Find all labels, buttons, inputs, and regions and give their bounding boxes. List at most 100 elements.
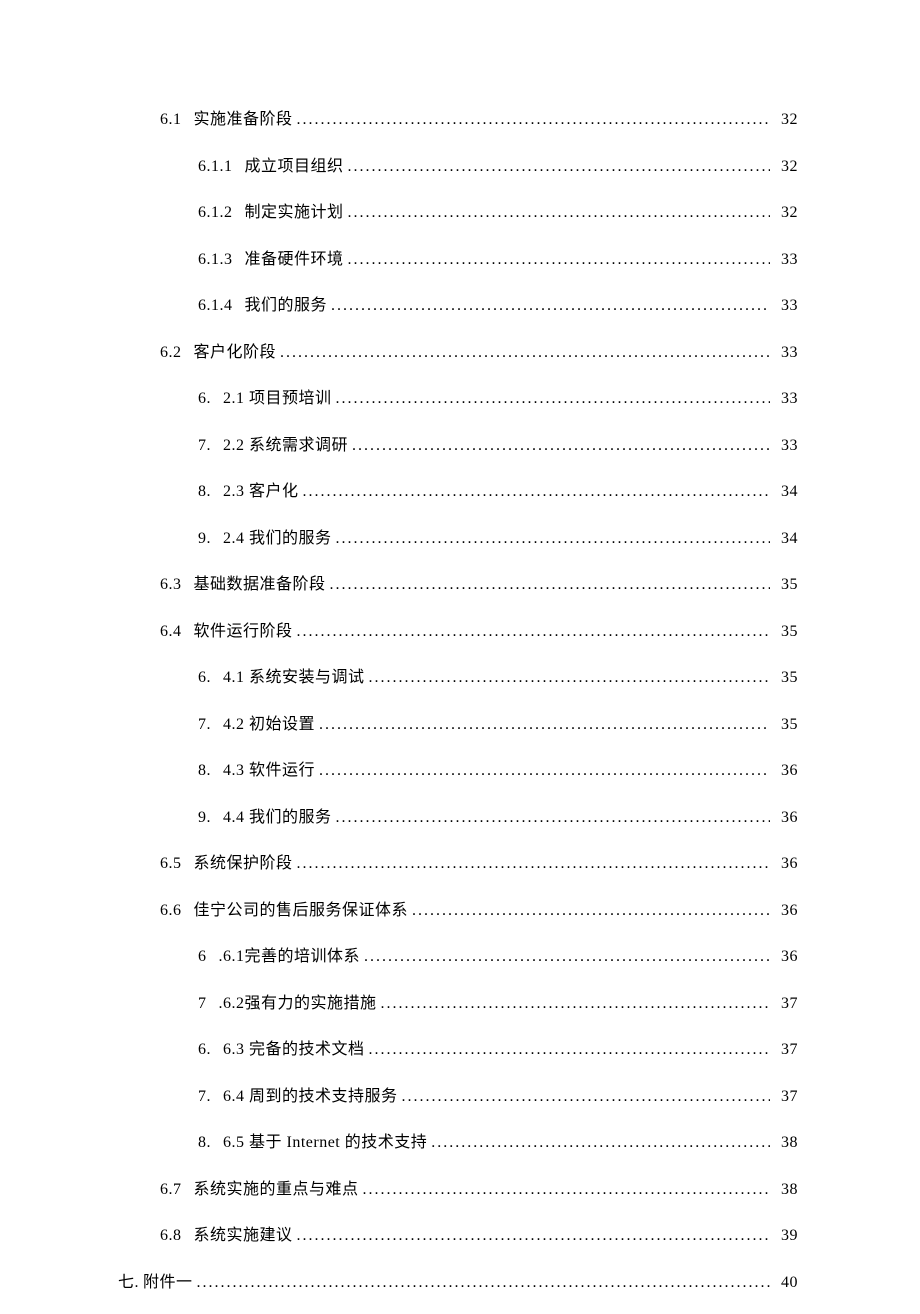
- toc-row: 6.7 系统实施的重点与难点 38: [118, 1175, 798, 1199]
- toc-section-title: 佳宁公司的售后服务保证体系: [194, 896, 409, 920]
- toc-section-title: 基础数据准备阶段: [194, 570, 326, 594]
- toc-row: 6.5系统保护阶段36: [118, 849, 798, 873]
- toc-row: 6.1 实施准备阶段 32: [118, 105, 798, 129]
- toc-page-number: 38: [774, 1134, 798, 1152]
- toc-row: 6.4软件运行阶段35: [118, 617, 798, 641]
- toc-page-number: 33: [774, 390, 798, 408]
- toc-dot-leader: [348, 204, 770, 222]
- toc-row: 7. 4.2 初始设置 35: [118, 710, 798, 734]
- toc-page-number: 36: [774, 902, 798, 920]
- toc-section-title: 2.3 客户化: [223, 477, 299, 501]
- toc-section-title: 客户化阶段: [194, 338, 277, 362]
- toc-section-number: 6.3: [160, 576, 182, 594]
- toc-section-number: 6.: [198, 1041, 211, 1059]
- toc-dot-leader: [319, 762, 770, 780]
- toc-page-number: 33: [774, 437, 798, 455]
- toc-section-number: 6.1: [160, 111, 182, 129]
- toc-page-number: 34: [774, 530, 798, 548]
- toc-section-number: 6.: [198, 669, 211, 687]
- toc-section-number: 6.1.4: [198, 297, 233, 315]
- toc-dot-leader: [431, 1134, 770, 1152]
- toc-section-title: 4.2 初始设置: [223, 710, 315, 734]
- toc-row: 6. 2.1 项目预培训 33: [118, 384, 798, 408]
- toc-page-number: 37: [774, 1041, 798, 1059]
- toc-dot-leader: [336, 809, 770, 827]
- toc-section-number: 6.6: [160, 902, 182, 920]
- toc-section-number: 8.: [198, 762, 211, 780]
- toc-section-title: 6.4 周到的技术支持服务: [223, 1082, 398, 1106]
- toc-section-title: 实施准备阶段: [194, 105, 293, 129]
- toc-section-number: 6.8: [160, 1227, 182, 1245]
- toc-section-number: 9.: [198, 530, 211, 548]
- toc-page-number: 37: [774, 995, 798, 1013]
- toc-section-title: 附件一: [143, 1268, 193, 1292]
- toc-page-number: 35: [774, 623, 798, 641]
- toc-section-number: 6.7: [160, 1181, 182, 1199]
- toc-section-number: 6: [198, 948, 207, 966]
- toc-page-number: 34: [774, 483, 798, 501]
- toc-section-title: 6.5 基于 Internet 的技术支持: [223, 1128, 427, 1152]
- toc-section-number: 6.1.2: [198, 204, 233, 222]
- toc-section-number: 6.: [198, 390, 211, 408]
- toc-dot-leader: [331, 297, 770, 315]
- toc-dot-leader: [330, 576, 770, 594]
- toc-page-number: 38: [774, 1181, 798, 1199]
- toc-page-number: 36: [774, 855, 798, 873]
- toc-page-number: 40: [774, 1274, 798, 1292]
- toc-section-number: 6.4: [160, 623, 182, 641]
- toc-section-title: 成立项目组织: [245, 152, 344, 176]
- toc-page-number: 35: [774, 716, 798, 734]
- toc-page-number: 33: [774, 251, 798, 269]
- toc-section-title: 制定实施计划: [245, 198, 344, 222]
- toc-dot-leader: [319, 716, 770, 734]
- toc-dot-leader: [412, 902, 770, 920]
- toc-row: 6.1.3准备硬件环境33: [118, 245, 798, 269]
- toc-row: 6.3 基础数据准备阶段 35: [118, 570, 798, 594]
- toc-row: 7.2.2 系统需求调研33: [118, 431, 798, 455]
- toc-section-number: 七.: [118, 1268, 139, 1292]
- toc-section-number: 6.1.1: [198, 158, 233, 176]
- toc-dot-leader: [297, 855, 770, 873]
- toc-page-number: 33: [774, 344, 798, 362]
- toc-row: 6. 6.3 完备的技术文档 37: [118, 1035, 798, 1059]
- toc-row: 6.1.1 成立项目组织 32: [118, 152, 798, 176]
- toc-dot-leader: [336, 390, 770, 408]
- toc-section-number: 7.: [198, 716, 211, 734]
- toc-row: 8.4.3 软件运行36: [118, 756, 798, 780]
- toc-page-number: 32: [774, 158, 798, 176]
- toc-section-number: 7: [198, 995, 207, 1013]
- toc-page-number: 32: [774, 204, 798, 222]
- toc-dot-leader: [363, 1181, 770, 1199]
- toc-row: 7.6.4 周到的技术支持服务37: [118, 1082, 798, 1106]
- toc-dot-leader: [197, 1274, 770, 1292]
- toc-page-number: 32: [774, 111, 798, 129]
- toc-row: 6.6.1完善的培训体系36: [118, 942, 798, 966]
- toc-page-number: 35: [774, 576, 798, 594]
- toc-section-title: 4.3 软件运行: [223, 756, 315, 780]
- toc-section-title: 系统实施建议: [194, 1221, 293, 1245]
- toc-row: 七.附件一 40: [118, 1268, 798, 1292]
- toc-section-number: 9.: [198, 809, 211, 827]
- toc-dot-leader: [381, 995, 770, 1013]
- toc-section-title: 系统实施的重点与难点: [194, 1175, 359, 1199]
- toc-row: 7.6.2强有力的实施措施37: [118, 989, 798, 1013]
- toc-row: 8.6.5 基于 Internet 的技术支持38: [118, 1128, 798, 1152]
- toc-dot-leader: [364, 948, 770, 966]
- toc-dot-leader: [348, 251, 770, 269]
- toc-row: 9.2.4 我们的服务34: [118, 524, 798, 548]
- toc-section-title: 4.1 系统安装与调试: [223, 663, 365, 687]
- toc-row: 6.1.2 制定实施计划 32: [118, 198, 798, 222]
- toc-section-title: 2.1 项目预培训: [223, 384, 332, 408]
- toc-section-number: 7.: [198, 1088, 211, 1106]
- toc-page-number: 35: [774, 669, 798, 687]
- toc-page-number: 36: [774, 948, 798, 966]
- toc-row: 8.2.3 客户化34: [118, 477, 798, 501]
- toc-section-title: 6.3 完备的技术文档: [223, 1035, 365, 1059]
- toc-dot-leader: [303, 483, 770, 501]
- toc-dot-leader: [280, 344, 770, 362]
- toc-page-number: 33: [774, 297, 798, 315]
- toc-section-number: 6.2: [160, 344, 182, 362]
- toc-dot-leader: [369, 669, 770, 687]
- toc-row: 6. 4.1 系统安装与调试 35: [118, 663, 798, 687]
- toc-section-title: 我们的服务: [245, 291, 328, 315]
